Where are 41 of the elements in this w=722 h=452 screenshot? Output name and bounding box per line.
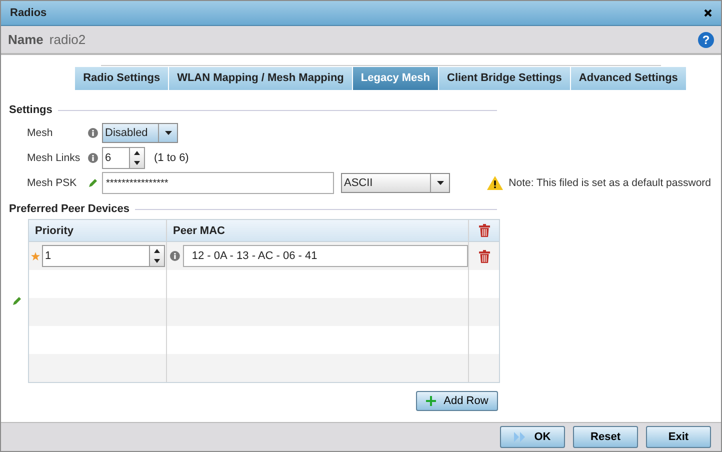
trash-icon[interactable] <box>478 250 490 262</box>
field-label: Mesh Links <box>27 152 82 164</box>
mesh-dropdown[interactable]: Disabled <box>102 123 178 143</box>
mesh-psk-field[interactable]: **************** <box>102 172 334 194</box>
peer-mac-field[interactable]: 12 - 0A - 13 - AC - 06 - 41 <box>182 245 468 267</box>
add-row-button[interactable]: Add Row <box>416 391 498 411</box>
help-icon[interactable]: ? <box>698 32 714 48</box>
mesh-links-spinner[interactable]: 6 <box>102 147 145 169</box>
trash-icon[interactable] <box>478 224 490 237</box>
info-icon <box>88 128 98 138</box>
field-label: Mesh PSK <box>27 177 78 189</box>
double-arrow-icon <box>514 432 526 442</box>
dialog-button[interactable]: Exit <box>646 426 711 448</box>
priority-spinner[interactable]: 1 <box>42 245 165 267</box>
plus-icon <box>426 396 436 406</box>
dialog-button[interactable]: Reset <box>573 426 638 448</box>
name-label: Name <box>8 32 44 47</box>
window-title: Radios <box>10 7 47 19</box>
pencil-icon <box>88 178 98 188</box>
tab[interactable]: Client Bridge Settings <box>439 67 571 90</box>
field-label: Mesh <box>27 127 54 139</box>
required-star-icon <box>31 252 40 260</box>
info-icon <box>170 251 180 261</box>
column-header: Peer MAC <box>167 220 469 241</box>
column-header: Priority <box>29 220 167 241</box>
range-hint: (1 to 6) <box>154 152 189 164</box>
caret-icon <box>436 181 444 185</box>
info-icon <box>88 153 98 163</box>
encoding-dropdown[interactable]: ASCII <box>341 173 450 193</box>
section-title: Preferred Peer Devices <box>9 203 130 215</box>
dialog-button[interactable]: OK <box>500 426 565 448</box>
tab[interactable]: Radio Settings <box>75 67 170 90</box>
name-value: radio2 <box>49 32 87 47</box>
tab[interactable]: WLAN Mapping / Mesh Mapping <box>169 67 353 90</box>
note-text: Note: This filed is set as a default password <box>508 177 711 189</box>
tab[interactable]: Advanced Settings <box>570 67 687 90</box>
pencil-icon <box>12 296 22 306</box>
section-title: Settings <box>9 104 52 116</box>
caret-icon <box>164 131 172 135</box>
warning-icon <box>486 176 503 190</box>
close-icon[interactable] <box>704 9 712 17</box>
